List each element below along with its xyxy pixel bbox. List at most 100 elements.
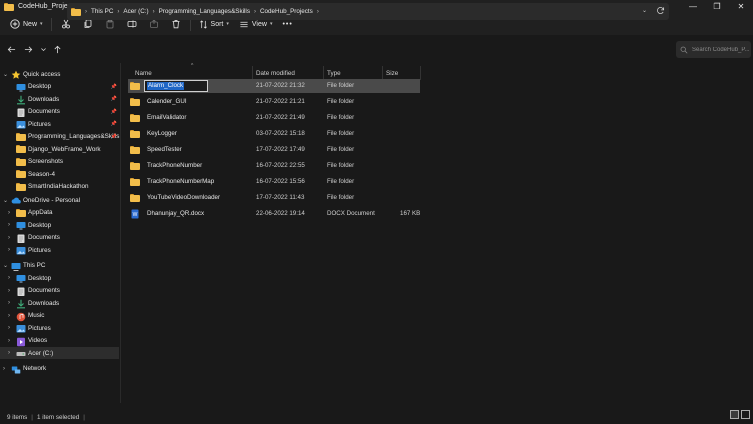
nav-quick-access-item[interactable]: Programming_Languages&Skills 📌 <box>0 131 119 143</box>
search-input[interactable]: Search CodeHub_P... <box>676 41 751 58</box>
column-header-type[interactable]: Type <box>327 66 383 80</box>
minimize-button[interactable]: — <box>681 0 705 13</box>
chevron-right-icon[interactable]: › <box>8 350 10 356</box>
folder-row[interactable]: SpeedTester 17-07-2022 17:49 File folder <box>128 143 420 157</box>
file-name: TrackPhoneNumber <box>147 162 203 169</box>
breadcrumb-this-pc[interactable]: This PC <box>91 8 113 15</box>
nav-quick-access-item[interactable]: Screenshots <box>0 156 119 168</box>
column-header-name[interactable]: Name ^ <box>135 63 253 80</box>
toolbar-divider <box>50 17 52 31</box>
nav-quick-access-item[interactable]: SmartIndiaHackathon <box>0 181 119 193</box>
nav-quick-access-item[interactable]: Documents 📌 <box>0 106 119 118</box>
pictures-icon <box>16 246 26 255</box>
folder-row[interactable]: YouTubeVideoDownloader 17-07-2022 11:43 Fi… <box>128 191 420 205</box>
maximize-button[interactable]: ❐ <box>705 0 729 13</box>
folder-icon <box>130 194 140 202</box>
up-button[interactable] <box>49 40 66 58</box>
nav-this-pc-item[interactable]: › Downloads <box>0 297 119 309</box>
nav-network[interactable]: › Network <box>0 363 119 375</box>
column-header-size[interactable]: Size <box>386 66 420 80</box>
column-name-label: Name <box>135 69 152 77</box>
breadcrumb-codehub[interactable]: CodeHub_Projects <box>260 8 313 15</box>
folder-row[interactable]: Calender_GUI 21-07-2022 21:21 File folder <box>128 95 420 109</box>
new-button[interactable]: New ▾ <box>5 15 48 33</box>
folder-icon <box>16 145 26 153</box>
address-history-dropdown[interactable]: ⌄ <box>642 7 647 14</box>
videos-icon <box>16 337 25 346</box>
folder-row[interactable]: TrackPhoneNumber 16-07-2022 22:55 File fol… <box>128 159 420 173</box>
close-button[interactable]: ✕ <box>729 0 753 13</box>
breadcrumb-drive[interactable]: Acer (C:) <box>123 8 148 15</box>
breadcrumb-programming[interactable]: Programming_Languages&Skills <box>159 8 250 15</box>
nav-this-pc-item[interactable]: › Acer (C:) <box>0 347 119 359</box>
nav-onedrive-item[interactable]: › Documents <box>0 232 119 244</box>
nav-this-pc-item[interactable]: › Music <box>0 310 119 322</box>
nav-quick-access[interactable]: ⌄ Quick access <box>0 68 119 80</box>
view-icon <box>240 21 248 27</box>
address-bar[interactable]: › This PC › Acer (C:) › Programming_Lang… <box>67 3 669 20</box>
file-row[interactable]: W Dhanunjay_QR.docx 22-06-2022 19:14 DOCX D… <box>128 207 420 221</box>
nav-this-pc-item[interactable]: › Videos <box>0 335 119 347</box>
column-divider[interactable] <box>252 66 253 80</box>
chevron-down-icon[interactable]: ⌄ <box>3 197 8 204</box>
folder-row[interactable]: Alarm_Clock 21-07-2022 21:32 File folder <box>128 79 420 93</box>
nav-onedrive-item[interactable]: › Desktop <box>0 219 119 231</box>
arrow-up-icon <box>54 45 61 53</box>
chevron-right-icon[interactable]: › <box>8 210 10 216</box>
chevron-down-icon[interactable]: ⌄ <box>3 262 8 269</box>
nav-item-label: Network <box>23 365 47 372</box>
svg-text:W: W <box>133 212 138 218</box>
nav-quick-access-item[interactable]: Season-4 <box>0 168 119 180</box>
nav-onedrive-item[interactable]: › AppData <box>0 207 119 219</box>
nav-this-pc[interactable]: ⌄ This PC <box>0 260 119 272</box>
nav-item-label: Downloads <box>28 299 60 307</box>
chevron-right-icon[interactable]: › <box>8 338 10 344</box>
chevron-right-icon[interactable]: › <box>8 300 10 306</box>
nav-onedrive[interactable]: ⌄ OneDrive - Personal <box>0 194 119 206</box>
column-divider[interactable] <box>420 66 421 80</box>
file-name: EmailValidator <box>147 114 187 121</box>
nav-this-pc-item[interactable]: › Pictures <box>0 322 119 334</box>
chevron-right-icon[interactable]: › <box>8 235 10 241</box>
chevron-right-icon[interactable]: › <box>8 325 10 331</box>
folder-row[interactable]: KeyLogger 03-07-2022 15:18 File folder <box>128 127 420 141</box>
chevron-right-icon[interactable]: › <box>3 366 5 372</box>
recent-locations-button[interactable] <box>37 40 49 58</box>
nav-quick-access-item[interactable]: Pictures 📌 <box>0 118 119 130</box>
forward-button[interactable] <box>20 40 37 58</box>
chevron-right-icon[interactable]: › <box>8 313 10 319</box>
chevron-right-icon[interactable]: › <box>8 275 10 281</box>
folder-row[interactable]: EmailValidator 21-07-2022 21:49 File folde… <box>128 111 420 125</box>
chevron-right-icon[interactable]: › <box>8 288 10 294</box>
nav-this-pc-item[interactable]: › Desktop <box>0 272 119 284</box>
navigation-bar <box>0 38 753 60</box>
refresh-button[interactable] <box>656 6 665 17</box>
refresh-icon <box>657 7 665 14</box>
chevron-down-icon[interactable]: ⌄ <box>3 71 8 78</box>
column-header-date[interactable]: Date modified <box>256 66 324 80</box>
column-size-label: Size <box>386 69 399 77</box>
file-name: Calender_GUI <box>147 98 187 105</box>
pictures-icon <box>16 324 26 333</box>
nav-quick-access-item[interactable]: Downloads 📌 <box>0 93 119 105</box>
view-button-label: View <box>251 20 267 28</box>
large-icons-view-button[interactable] <box>741 410 750 419</box>
paste-icon <box>106 19 113 29</box>
nav-item-label: Desktop <box>28 221 52 229</box>
folder-icon <box>130 114 140 122</box>
chevron-right-icon[interactable]: › <box>8 247 10 253</box>
folder-row[interactable]: TrackPhoneNumberMap 16-07-2022 15:56 File … <box>128 175 420 189</box>
chevron-right-icon[interactable]: › <box>8 222 10 228</box>
chevron-down-icon <box>40 47 46 51</box>
rename-input[interactable]: Alarm_Clock <box>144 80 208 92</box>
search-icon <box>680 46 688 53</box>
nav-quick-access-item[interactable]: Desktop 📌 <box>0 81 119 93</box>
column-divider[interactable] <box>323 66 324 80</box>
nav-onedrive-item[interactable]: › Pictures <box>0 244 119 256</box>
nav-quick-access-item[interactable]: Django_WebFrame_Work <box>0 143 119 155</box>
details-view-button[interactable] <box>730 410 739 419</box>
back-button[interactable] <box>3 40 20 58</box>
file-name: SpeedTester <box>147 146 182 153</box>
nav-this-pc-item[interactable]: › Documents <box>0 285 119 297</box>
column-divider[interactable] <box>382 66 383 80</box>
